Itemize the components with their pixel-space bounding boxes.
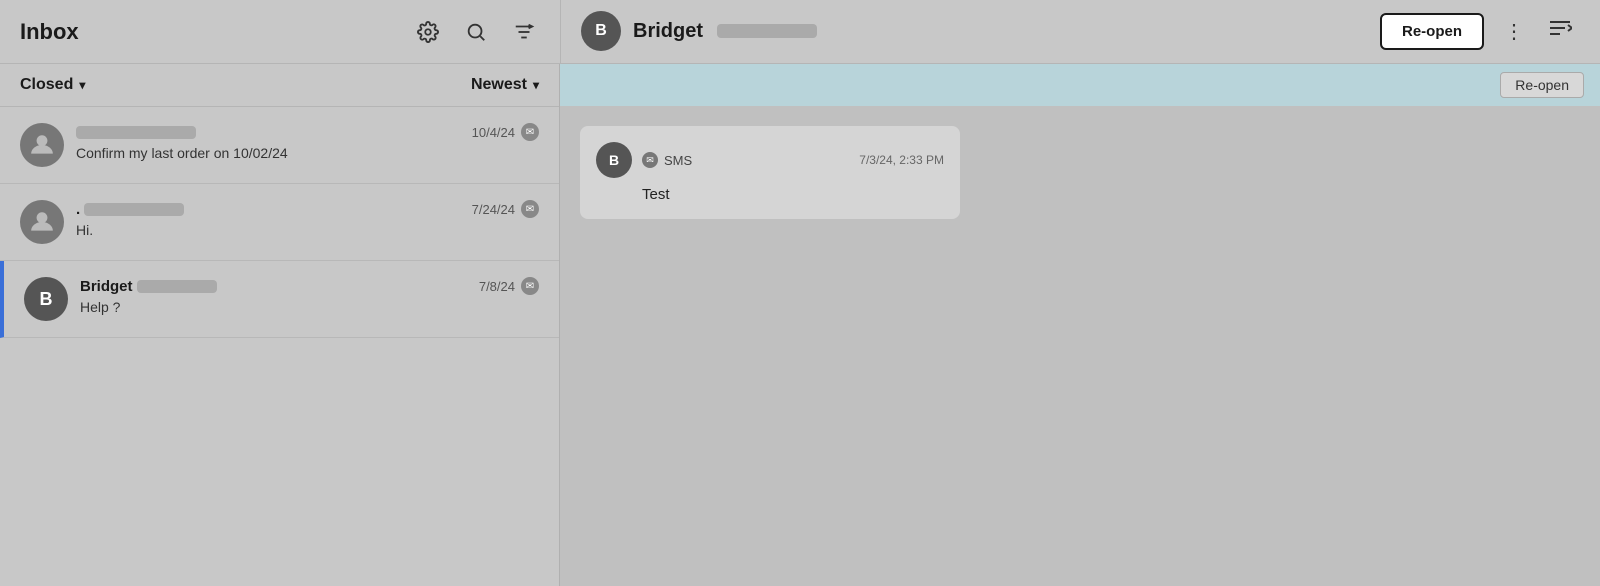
sort-filter[interactable]: Newest ▾	[471, 76, 539, 94]
status-filter-label: Closed	[20, 76, 73, 94]
conv-body: . 7/24/24 ✉ Hi.	[76, 200, 539, 238]
list-item[interactable]: . 7/24/24 ✉ Hi.	[0, 184, 559, 261]
conv-body: 10/4/24 ✉ Confirm my last order on 10/02…	[76, 123, 539, 161]
conversation-list: 10/4/24 ✉ Confirm my last order on 10/02…	[0, 107, 559, 586]
msg-avatar: B	[596, 142, 632, 178]
msg-channel-label: SMS	[664, 153, 692, 168]
avatar	[20, 123, 64, 167]
avatar	[20, 200, 64, 244]
conv-name: .	[76, 201, 184, 218]
right-panel-header: B Bridget Re-open ⋮	[560, 0, 1600, 64]
conv-sms-icon: ✉	[521, 123, 539, 141]
reopen-button[interactable]: Re-open	[1380, 13, 1484, 50]
msg-timestamp: 7/3/24, 2:33 PM	[859, 153, 944, 167]
reopen-dropdown-bar: Re-open	[560, 64, 1600, 106]
right-panel: Re-open B ✉ SMS 7/3/24, 2:33 PM Test	[560, 64, 1600, 586]
sort-filter-label: Newest	[471, 76, 527, 94]
conv-body: Bridget 7/8/24 ✉ Help ?	[80, 277, 539, 315]
conv-date: 10/4/24	[472, 125, 515, 140]
conv-sms-icon: ✉	[521, 277, 539, 295]
conv-preview: Hi.	[76, 222, 539, 238]
conv-preview: Help ?	[80, 299, 539, 315]
reopen-dropdown-button[interactable]: Re-open	[1500, 72, 1584, 98]
conv-name-blurred	[76, 126, 196, 139]
app-header: Inbox B Bridget	[0, 0, 1600, 64]
list-item[interactable]: B Bridget 7/8/24 ✉ Help ?	[0, 261, 559, 338]
contact-name-blurred	[717, 24, 817, 38]
left-panel: Closed ▾ Newest ▾	[0, 64, 560, 586]
contact-name: Bridget	[633, 20, 1380, 43]
main-content: Closed ▾ Newest ▾	[0, 64, 1600, 586]
message-card: B ✉ SMS 7/3/24, 2:33 PM Test	[580, 126, 960, 219]
gear-icon[interactable]	[412, 16, 444, 48]
msg-channel-icon: ✉	[642, 152, 658, 168]
msg-channel: ✉ SMS	[642, 152, 849, 168]
filter-icon[interactable]	[508, 16, 540, 48]
conv-date: 7/24/24	[472, 202, 515, 217]
status-chevron-icon: ▾	[79, 78, 85, 92]
msg-text: Test	[642, 186, 944, 203]
contact-avatar: B	[581, 11, 621, 51]
search-icon[interactable]	[460, 16, 492, 48]
avatar: B	[24, 277, 68, 321]
conv-preview: Confirm my last order on 10/02/24	[76, 145, 539, 161]
conv-name	[76, 124, 196, 141]
status-filter[interactable]: Closed ▾	[20, 76, 85, 94]
conv-sms-icon: ✉	[521, 200, 539, 218]
message-area: B ✉ SMS 7/3/24, 2:33 PM Test	[560, 106, 1600, 586]
inbox-title: Inbox	[20, 19, 396, 45]
conv-date: 7/8/24	[479, 279, 515, 294]
more-icon[interactable]: ⋮	[1496, 15, 1532, 48]
filter-bar: Closed ▾ Newest ▾	[0, 64, 559, 107]
list-item[interactable]: 10/4/24 ✉ Confirm my last order on 10/02…	[0, 107, 559, 184]
left-panel-header: Inbox	[0, 16, 560, 48]
conv-name-blurred	[84, 203, 184, 216]
sort-icon[interactable]	[1540, 13, 1580, 49]
conv-name: Bridget	[80, 278, 217, 295]
sort-chevron-icon: ▾	[533, 78, 539, 92]
conv-name-blurred	[137, 280, 217, 293]
